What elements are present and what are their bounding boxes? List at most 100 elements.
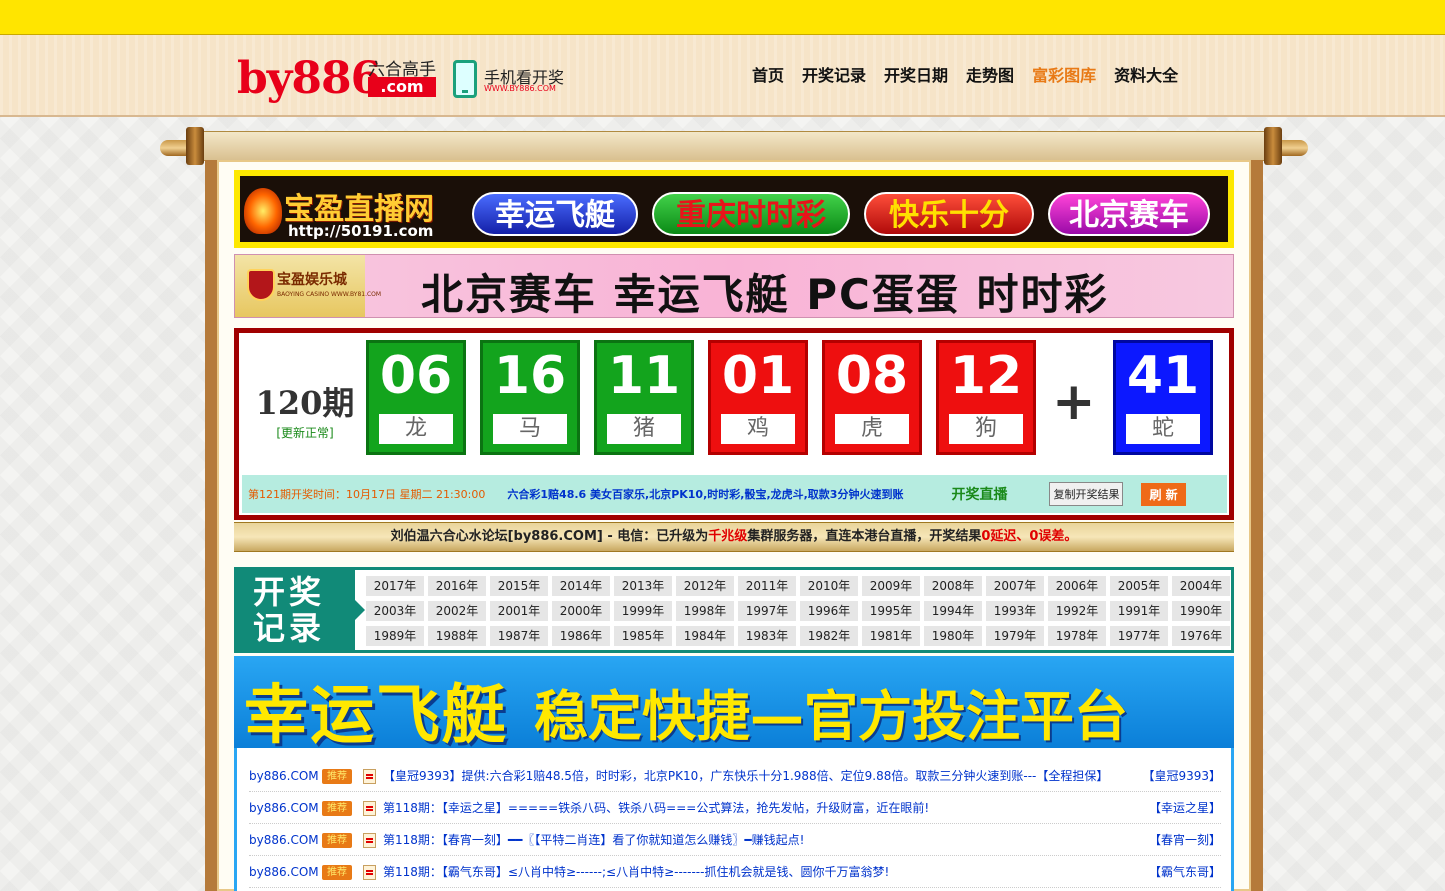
banner2-logo: 宝盈娱乐城 BAOYING CASINO WWW.BY81.COM [235, 255, 381, 317]
year-link[interactable]: 1984年 [676, 626, 734, 646]
records-title: 开奖记录 [253, 573, 326, 647]
document-icon [363, 833, 376, 848]
banner-lucky-boat[interactable]: 幸运飞艇 稳定快捷—官方投注平台 [234, 656, 1234, 748]
post-site[interactable]: by886.COM [249, 856, 319, 888]
year-link[interactable]: 1992年 [1048, 601, 1106, 621]
year-link[interactable]: 1979年 [986, 626, 1044, 646]
list-item[interactable]: by886.COM 推荐 第118期：【霸气东哥】≤八肖中特≥------;≤八… [249, 856, 1221, 888]
year-link[interactable]: 1987年 [490, 626, 548, 646]
scroll-cap-left [186, 127, 204, 165]
post-title[interactable]: 【皇冠9393】提供:六合彩1赔48.5倍，时时彩，北京PK10，广东快乐十分1… [383, 760, 1108, 792]
notice-highlight-1: 千兆级 [708, 529, 748, 544]
list-item[interactable]: by886.COM 推荐 第118期：【幸运之星】=====铁杀八码、铁杀八码=… [249, 792, 1221, 824]
ball-zodiac: 虎 [835, 414, 909, 444]
year-link[interactable]: 2001年 [490, 601, 548, 621]
year-link[interactable]: 2003年 [366, 601, 424, 621]
casino-shield-icon [247, 269, 275, 301]
banner-live-broadcast[interactable]: 宝盈直播网 http://50191.com 幸运飞艇 重庆时时彩 快乐十分 北… [234, 170, 1234, 248]
year-link[interactable]: 1995年 [862, 601, 920, 621]
pill-lucky-boat[interactable]: 幸运飞艇 [472, 192, 638, 236]
ball-zodiac: 龙 [379, 414, 453, 444]
year-link[interactable]: 1999年 [614, 601, 672, 621]
year-link[interactable]: 2012年 [676, 576, 734, 596]
year-link[interactable]: 1989年 [366, 626, 424, 646]
year-link[interactable]: 1985年 [614, 626, 672, 646]
year-link[interactable]: 1994年 [924, 601, 982, 621]
ball-5: 08 虎 [822, 340, 922, 455]
notice-highlight-2: 0延迟、0误差。 [981, 529, 1078, 544]
year-link[interactable]: 2008年 [924, 576, 982, 596]
year-link[interactable]: 1996年 [800, 601, 858, 621]
year-link[interactable]: 1981年 [862, 626, 920, 646]
live-draw-link[interactable]: 开奖直播 [951, 484, 1007, 504]
nav-draw-records[interactable]: 开奖记录 [802, 62, 866, 88]
pill-happy-ten[interactable]: 快乐十分 [864, 192, 1034, 236]
nav-draw-dates[interactable]: 开奖日期 [884, 62, 948, 88]
refresh-button[interactable]: 刷 新 [1141, 482, 1186, 506]
scroll-decoration [160, 127, 1308, 165]
post-source[interactable]: 【春宵一刻】 [1149, 824, 1221, 856]
year-link[interactable]: 1978年 [1048, 626, 1106, 646]
banner2-logo-sub: BAOYING CASINO WWW.BY81.COM [277, 291, 382, 298]
nav-resources[interactable]: 资料大全 [1114, 62, 1178, 88]
year-link[interactable]: 1990年 [1172, 601, 1230, 621]
year-link[interactable]: 2010年 [800, 576, 858, 596]
post-site[interactable]: by886.COM [249, 760, 319, 792]
year-link[interactable]: 1976年 [1172, 626, 1230, 646]
year-link[interactable]: 2013年 [614, 576, 672, 596]
year-link[interactable]: 1980年 [924, 626, 982, 646]
list-item[interactable]: by886.COM 推荐 【皇冠9393】提供:六合彩1赔48.5倍，时时彩，北… [249, 760, 1221, 792]
list-item[interactable]: by886.COM 推荐 第118期：【春宵一刻】━━〖【平特二肖连】看了你就知… [249, 824, 1221, 856]
year-link[interactable]: 2017年 [366, 576, 424, 596]
nav-home[interactable]: 首页 [752, 62, 784, 88]
ball-zodiac: 狗 [949, 414, 1023, 444]
year-link[interactable]: 2000年 [552, 601, 610, 621]
post-title[interactable]: 第118期：【幸运之星】=====铁杀八码、铁杀八码===公式算法，抢先发帖，升… [383, 792, 929, 824]
year-link[interactable]: 1988年 [428, 626, 486, 646]
promo-link[interactable]: 六合彩1赔48.6 美女百家乐,北京PK10,时时彩,骰宝,龙虎斗,取款3分钟火… [507, 486, 903, 502]
year-link[interactable]: 1998年 [676, 601, 734, 621]
post-source[interactable]: 【幸运之星】 [1149, 792, 1221, 824]
banner1-inner: 宝盈直播网 http://50191.com 幸运飞艇 重庆时时彩 快乐十分 北… [240, 176, 1228, 242]
post-site[interactable]: by886.COM [249, 792, 319, 824]
update-status: [更新正常] [276, 426, 334, 440]
copy-result-button[interactable]: 复制开奖结果 [1049, 482, 1124, 506]
post-list: by886.COM 推荐 【皇冠9393】提供:六合彩1赔48.5倍，时时彩，北… [234, 748, 1234, 891]
year-link[interactable]: 2002年 [428, 601, 486, 621]
nav-gallery[interactable]: 富彩图库 [1032, 62, 1096, 88]
year-link[interactable]: 2016年 [428, 576, 486, 596]
banner-casino[interactable]: 宝盈娱乐城 BAOYING CASINO WWW.BY81.COM 北京赛车 幸… [234, 254, 1234, 319]
logo-domain-text: .com [368, 77, 436, 97]
mobile-link[interactable]: 手机看开奖 WWW.BY886.COM [453, 58, 583, 98]
document-icon [363, 865, 376, 880]
pill-beijing-racing[interactable]: 北京赛车 [1048, 192, 1210, 236]
pill-chongqing[interactable]: 重庆时时彩 [652, 192, 850, 236]
scroll-cap-right [1264, 127, 1282, 165]
year-link[interactable]: 2009年 [862, 576, 920, 596]
year-link[interactable]: 2004年 [1172, 576, 1230, 596]
post-source[interactable]: 【皇冠9393】 [1142, 760, 1221, 792]
year-link[interactable]: 1982年 [800, 626, 858, 646]
year-link[interactable]: 2014年 [552, 576, 610, 596]
year-link[interactable]: 1977年 [1110, 626, 1168, 646]
year-link[interactable]: 1983年 [738, 626, 796, 646]
year-link[interactable]: 2015年 [490, 576, 548, 596]
post-site[interactable]: by886.COM [249, 824, 319, 856]
year-link[interactable]: 1986年 [552, 626, 610, 646]
year-link[interactable]: 2006年 [1048, 576, 1106, 596]
year-link[interactable]: 1991年 [1110, 601, 1168, 621]
year-link[interactable]: 2007年 [986, 576, 1044, 596]
recommend-badge: 推荐 [322, 833, 352, 848]
post-source[interactable]: 【霸气东哥】 [1149, 856, 1221, 888]
mobile-phone-icon [453, 60, 477, 98]
year-link[interactable]: 2011年 [738, 576, 796, 596]
ball-4: 01 鸡 [708, 340, 808, 455]
post-title[interactable]: 第118期：【春宵一刻】━━〖【平特二肖连】看了你就知道怎么赚钱〗━赚钱起点! [383, 824, 804, 856]
nav-trend-chart[interactable]: 走势图 [966, 62, 1014, 88]
year-link[interactable]: 1997年 [738, 601, 796, 621]
banner2-text: 北京赛车 幸运飞艇 PC蛋蛋 时时彩 [421, 270, 1109, 319]
ball-3: 11 猪 [594, 340, 694, 455]
year-link[interactable]: 1993年 [986, 601, 1044, 621]
post-title[interactable]: 第118期：【霸气东哥】≤八肖中特≥------;≤八肖中特≥-------抓住… [383, 856, 889, 888]
year-link[interactable]: 2005年 [1110, 576, 1168, 596]
